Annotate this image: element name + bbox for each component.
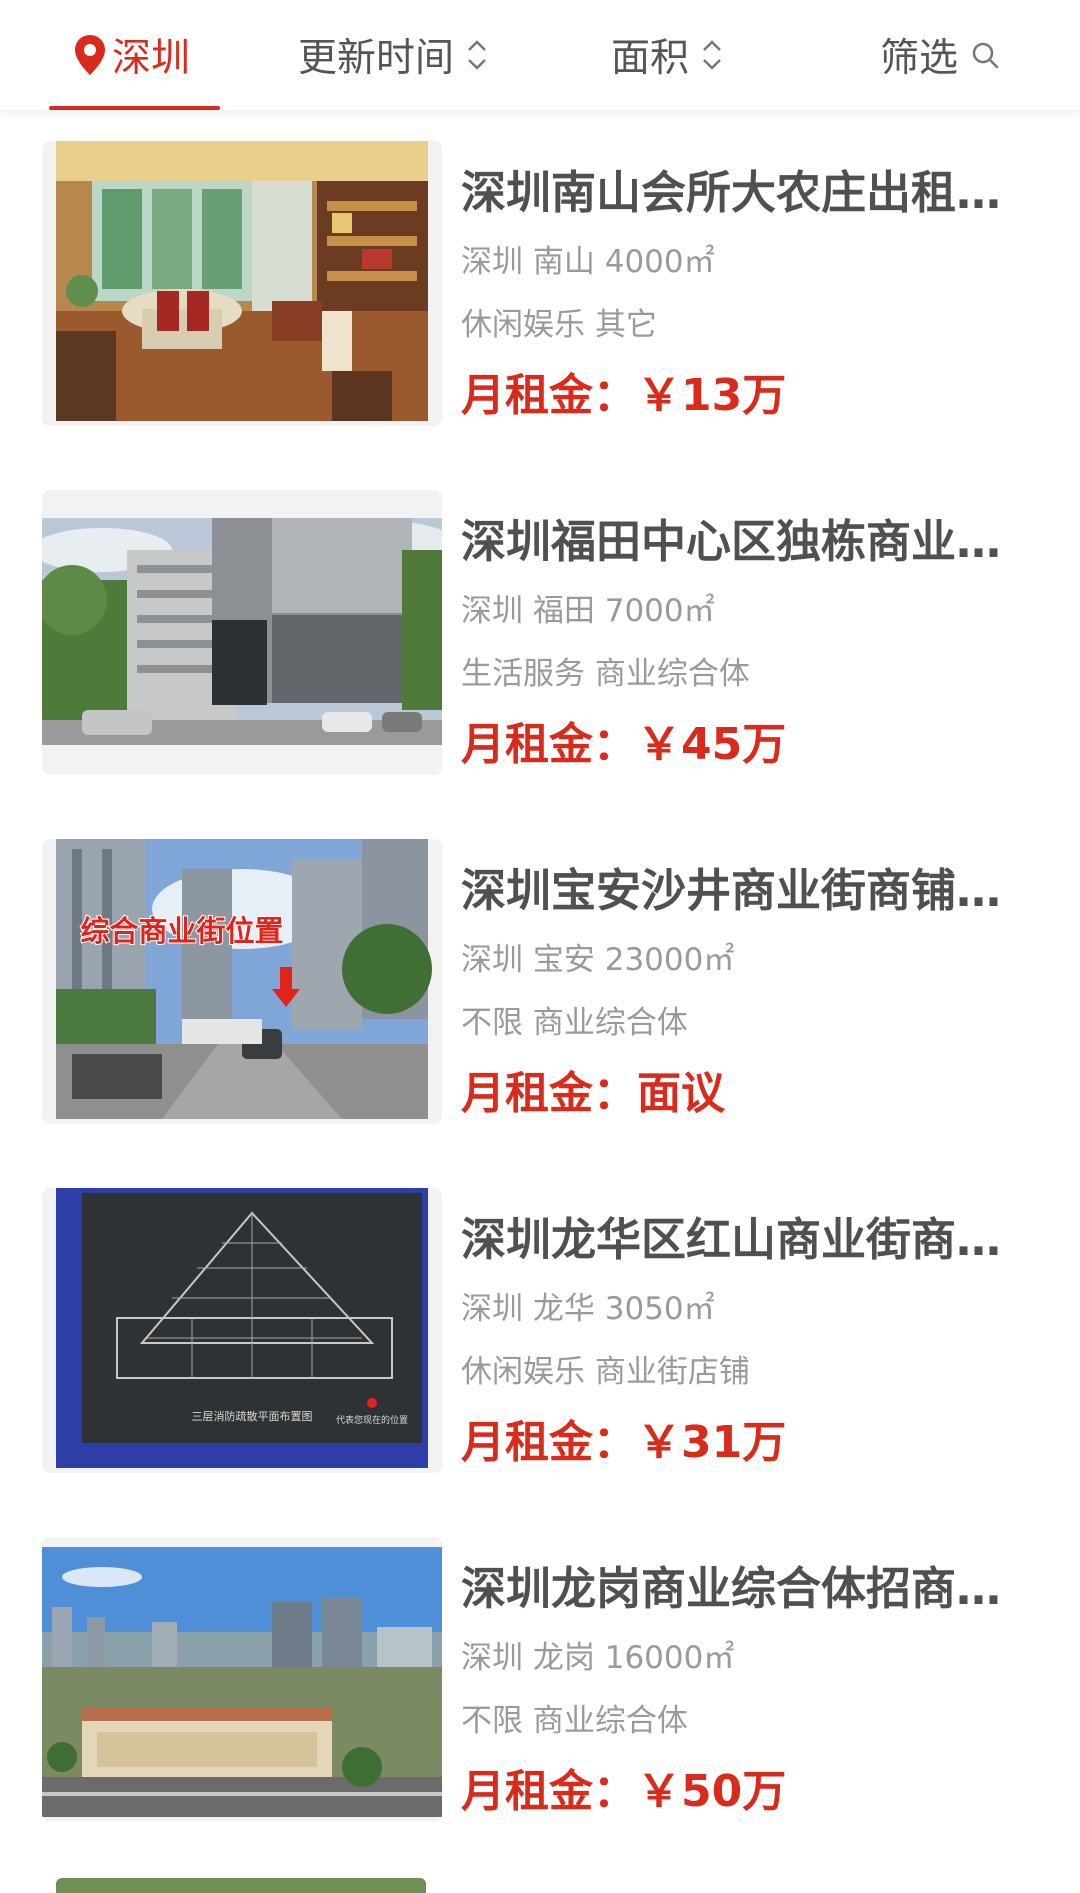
location-pin-icon bbox=[75, 35, 105, 75]
price-label: 月租金： bbox=[461, 1068, 637, 1119]
listing-title[interactable]: 深圳南山会所大农庄出租整栋独立会所 bbox=[461, 163, 1006, 223]
listing-district: 宝安 bbox=[532, 942, 595, 978]
floor-plan-photo: 三层消防疏散平面布置图 代表您现在的位置 bbox=[42, 1188, 442, 1473]
listing-card[interactable]: 三层消防疏散平面布置图 代表您现在的位置 深圳龙华区红山商业街商铺出租 深圳 龙… bbox=[0, 1188, 1080, 1478]
listing-price: 月租金：面议 bbox=[461, 1066, 725, 1122]
sort-arrows-icon bbox=[468, 40, 486, 70]
listing-category: 休闲娱乐 bbox=[461, 1354, 585, 1390]
listing-city: 深圳 bbox=[461, 1291, 523, 1327]
listing-location-area: 深圳 福田 7000㎡ bbox=[461, 590, 715, 632]
listing-city: 深圳 bbox=[461, 244, 523, 280]
listing-type: 其它 bbox=[594, 307, 657, 343]
listing-card[interactable]: 深圳福田中心区独栋商业楼整栋出租 深圳 福田 7000㎡ 生活服务 商业综合体 … bbox=[0, 490, 1080, 780]
price-value: ￥31万 bbox=[637, 1417, 787, 1468]
floor-plan-caption: 三层消防疏散平面布置图 bbox=[192, 1409, 313, 1423]
price-label: 月租金： bbox=[461, 719, 637, 770]
listing-thumbnail[interactable]: 综合商业街位置 bbox=[42, 839, 442, 1124]
listing-card[interactable]: 深圳龙岗商业综合体招商整体出租 深圳 龙岗 16000㎡ 不限 商业综合体 月租… bbox=[0, 1537, 1080, 1827]
listing-thumbnail[interactable]: 三层消防疏散平面布置图 代表您现在的位置 bbox=[42, 1188, 442, 1473]
sort-arrows-icon bbox=[703, 40, 721, 70]
listing-location-area: 深圳 宝安 23000㎡ bbox=[461, 939, 734, 981]
image-caption-overlay: 综合商业街位置 bbox=[80, 914, 283, 948]
listing-district: 龙岗 bbox=[532, 1640, 595, 1676]
listing-area: 3050㎡ bbox=[604, 1291, 715, 1327]
listing-location-area: 深圳 龙岗 16000㎡ bbox=[461, 1637, 734, 1679]
listing-area: 16000㎡ bbox=[604, 1640, 735, 1676]
listing-price: 月租金：￥45万 bbox=[461, 717, 786, 773]
price-label: 月租金： bbox=[461, 370, 637, 421]
sort-area-label: 面积 bbox=[611, 36, 690, 81]
sort-by-update-time[interactable]: 更新时间 bbox=[298, 0, 490, 110]
next-listing-thumbnail-partial[interactable] bbox=[56, 1878, 426, 1893]
listing-category: 休闲娱乐 bbox=[461, 307, 585, 343]
listing-tags: 休闲娱乐 其它 bbox=[461, 304, 657, 346]
listing-type: 商业综合体 bbox=[532, 1005, 688, 1041]
listing-thumbnail[interactable] bbox=[42, 490, 442, 775]
listing-type: 商业综合体 bbox=[532, 1703, 688, 1739]
listing-location-area: 深圳 南山 4000㎡ bbox=[461, 241, 715, 283]
listing-type: 商业综合体 bbox=[594, 656, 750, 692]
listing-tags: 不限 商业综合体 bbox=[461, 1700, 688, 1742]
price-label: 月租金： bbox=[461, 1417, 637, 1468]
listing-category: 不限 bbox=[461, 1005, 523, 1041]
city-label: 深圳 bbox=[112, 36, 191, 81]
search-icon bbox=[972, 42, 999, 69]
city-selector[interactable]: 深圳 bbox=[72, 0, 190, 110]
listing-district: 南山 bbox=[532, 244, 595, 280]
clubhouse-interior-photo bbox=[42, 141, 442, 426]
listing-title[interactable]: 深圳福田中心区独栋商业楼整栋出租 bbox=[461, 512, 1006, 572]
listing-area: 4000㎡ bbox=[604, 244, 715, 280]
filter-bar: 深圳 更新时间 面积 筛选 bbox=[0, 0, 1080, 111]
office-building-photo bbox=[42, 490, 442, 775]
listing-title[interactable]: 深圳龙华区红山商业街商铺出租 bbox=[461, 1210, 1006, 1270]
listing-card[interactable]: 综合商业街位置 深圳宝安沙井商业街商铺整体招商 深圳 宝安 23000㎡ 不限 … bbox=[0, 839, 1080, 1129]
listing-title[interactable]: 深圳宝安沙井商业街商铺整体招商 bbox=[461, 861, 1006, 921]
price-label: 月租金： bbox=[461, 1766, 637, 1817]
commercial-complex-aerial-photo bbox=[42, 1537, 442, 1822]
floor-plan-note: 代表您现在的位置 bbox=[336, 1414, 408, 1426]
listing-area: 7000㎡ bbox=[604, 593, 715, 629]
listing-district: 龙华 bbox=[532, 1291, 595, 1327]
listing-city: 深圳 bbox=[461, 942, 523, 978]
listing-type: 商业街店铺 bbox=[594, 1354, 750, 1390]
price-value: ￥50万 bbox=[637, 1766, 787, 1817]
street-view-photo: 综合商业街位置 bbox=[42, 839, 442, 1124]
price-value: ￥45万 bbox=[637, 719, 787, 770]
listing-city: 深圳 bbox=[461, 1640, 523, 1676]
listing-location-area: 深圳 龙华 3050㎡ bbox=[461, 1288, 715, 1330]
listing-price: 月租金：￥31万 bbox=[461, 1415, 786, 1471]
listing-category: 不限 bbox=[461, 1703, 523, 1739]
listing-tags: 不限 商业综合体 bbox=[461, 1002, 688, 1044]
filter-button[interactable]: 筛选 bbox=[880, 0, 1000, 110]
price-value: 面议 bbox=[637, 1068, 725, 1119]
price-value: ￥13万 bbox=[637, 370, 787, 421]
listing-price: 月租金：￥50万 bbox=[461, 1764, 786, 1820]
listing-tags: 休闲娱乐 商业街店铺 bbox=[461, 1351, 750, 1393]
listing-city: 深圳 bbox=[461, 593, 523, 629]
sort-time-label: 更新时间 bbox=[298, 36, 455, 81]
listing-area: 23000㎡ bbox=[604, 942, 735, 978]
listing-thumbnail[interactable] bbox=[42, 141, 442, 426]
sort-by-area[interactable]: 面积 bbox=[611, 0, 725, 110]
listing-price: 月租金：￥13万 bbox=[461, 368, 786, 424]
listing-title[interactable]: 深圳龙岗商业综合体招商整体出租 bbox=[461, 1559, 1006, 1619]
listing-tags: 生活服务 商业综合体 bbox=[461, 653, 750, 695]
filter-label: 筛选 bbox=[880, 36, 959, 81]
city-tab-indicator bbox=[49, 106, 220, 110]
listing-category: 生活服务 bbox=[461, 656, 585, 692]
listing-card[interactable]: 深圳南山会所大农庄出租整栋独立会所 深圳 南山 4000㎡ 休闲娱乐 其它 月租… bbox=[0, 141, 1080, 431]
listing-district: 福田 bbox=[532, 593, 595, 629]
listing-thumbnail[interactable] bbox=[42, 1537, 442, 1822]
listing-page: 深圳 更新时间 面积 筛选 深圳南山会所大农庄出租整 深圳 南山 4000㎡ 休… bbox=[0, 0, 1080, 1893]
